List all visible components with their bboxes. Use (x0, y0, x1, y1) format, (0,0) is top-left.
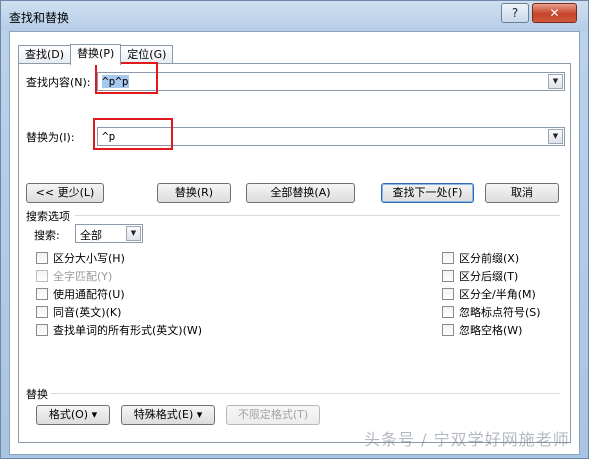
sounds-like-label: 同音(英文)(K) (53, 306, 122, 319)
cancel-button[interactable]: 取消 (485, 183, 559, 203)
checkbox-box[interactable] (442, 324, 454, 336)
annotation-highlight-find (95, 62, 158, 94)
watermark-text: 头条号 / 宁双学好网施老师 (364, 430, 570, 449)
annotation-highlight-replace (93, 118, 173, 150)
checkbox-box[interactable] (442, 252, 454, 264)
match-suffix-label: 区分后缀(T) (459, 270, 519, 283)
search-options-label: 搜索选项 (26, 210, 70, 223)
find-dropdown-arrow-icon[interactable]: ▼ (548, 74, 563, 89)
replace-with-label: 替换为(I): (26, 131, 75, 144)
no-formatting-button: 不限定格式(T) (226, 405, 320, 425)
close-button[interactable]: ✕ (532, 3, 577, 23)
ignore-whitespace-label: 忽略空格(W) (459, 324, 523, 337)
checkbox-box[interactable] (36, 288, 48, 300)
checkbox-box[interactable] (442, 288, 454, 300)
checkbox-box[interactable] (442, 270, 454, 282)
find-what-label: 查找内容(N): (26, 76, 91, 89)
whole-word-label: 全字匹配(Y) (53, 270, 113, 283)
tab-find[interactable]: 查找(D) (18, 45, 72, 64)
search-direction-label: 搜索: (34, 229, 60, 242)
replace-section-label: 替换 (26, 388, 48, 401)
replace-panel: 查找内容(N): ^p^p ▼ 替换为(I): ^p ▼ << 更少(L) 替换… (18, 62, 571, 443)
match-prefix-label: 区分前缀(X) (459, 252, 520, 265)
tab-strip: 查找(D) 替换(P) 定位(G) (18, 44, 174, 65)
title-bar[interactable]: 查找和替换 ? ✕ (1, 1, 588, 31)
replace-section-divider (51, 393, 560, 394)
dialog-body: 查找(D) 替换(P) 定位(G) 查找内容(N): ^p^p ▼ 替换为(I)… (9, 31, 580, 455)
match-prefix-checkbox[interactable]: 区分前缀(X) (442, 250, 519, 266)
find-replace-dialog: 查找和替换 ? ✕ 查找(D) 替换(P) 定位(G) 查找内容(N): ^p^… (0, 0, 589, 459)
checkbox-box (36, 270, 48, 282)
wildcards-label: 使用通配符(U) (53, 288, 125, 301)
match-width-label: 区分全/半角(M) (459, 288, 536, 301)
wildcards-checkbox[interactable]: 使用通配符(U) (36, 286, 125, 302)
search-options-divider (75, 215, 560, 216)
sounds-like-checkbox[interactable]: 同音(英文)(K) (36, 304, 121, 320)
find-what-combo[interactable]: ^p^p ▼ (97, 72, 565, 91)
all-word-forms-checkbox[interactable]: 查找单词的所有形式(英文)(W) (36, 322, 202, 338)
search-direction-select[interactable]: 全部 ▼ (75, 224, 143, 243)
match-case-label: 区分大小写(H) (53, 252, 125, 265)
replace-dropdown-arrow-icon[interactable]: ▼ (548, 129, 563, 144)
format-button[interactable]: 格式(O) ▾ (36, 405, 110, 425)
dialog-title: 查找和替换 (9, 11, 70, 25)
match-case-checkbox[interactable]: 区分大小写(H) (36, 250, 125, 266)
find-next-button[interactable]: 查找下一处(F) (381, 183, 474, 203)
ignore-whitespace-checkbox[interactable]: 忽略空格(W) (442, 322, 522, 338)
match-suffix-checkbox[interactable]: 区分后缀(T) (442, 268, 518, 284)
ignore-punctuation-checkbox[interactable]: 忽略标点符号(S) (442, 304, 541, 320)
match-width-checkbox[interactable]: 区分全/半角(M) (442, 286, 536, 302)
replace-all-button[interactable]: 全部替换(A) (246, 183, 355, 203)
search-direction-value: 全部 (80, 229, 102, 242)
replace-button[interactable]: 替换(R) (157, 183, 231, 203)
search-direction-arrow-icon[interactable]: ▼ (126, 226, 141, 241)
all-word-forms-label: 查找单词的所有形式(英文)(W) (53, 324, 203, 337)
help-button[interactable]: ? (501, 3, 529, 23)
less-button[interactable]: << 更少(L) (26, 183, 104, 203)
checkbox-box[interactable] (442, 306, 454, 318)
checkbox-box[interactable] (36, 324, 48, 336)
special-format-button[interactable]: 特殊格式(E) ▾ (121, 405, 215, 425)
ignore-punctuation-label: 忽略标点符号(S) (459, 306, 541, 319)
checkbox-box[interactable] (36, 306, 48, 318)
checkbox-box[interactable] (36, 252, 48, 264)
whole-word-checkbox: 全字匹配(Y) (36, 268, 112, 284)
tab-replace[interactable]: 替换(P) (70, 44, 122, 65)
